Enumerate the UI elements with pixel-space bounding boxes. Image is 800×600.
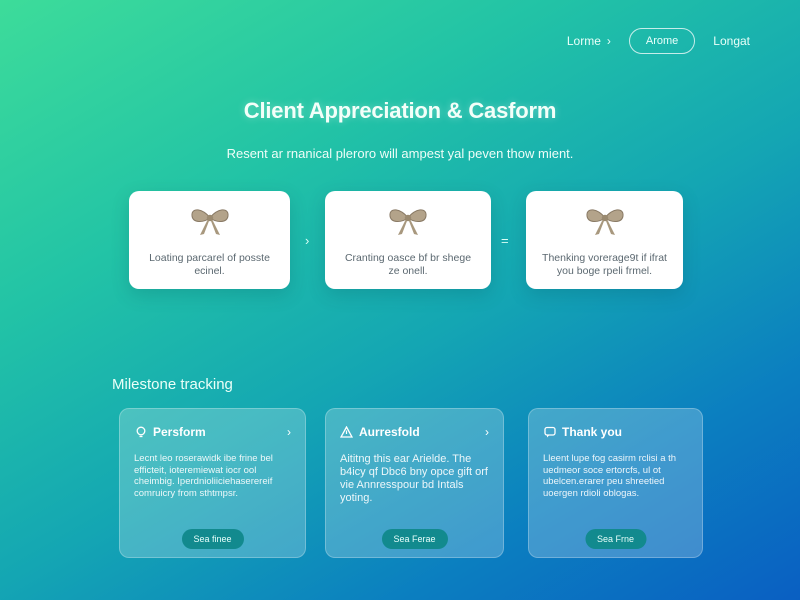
page-subtitle: Resent ar rnanical pleroro will ampest y…	[226, 146, 574, 161]
bow-icon	[585, 209, 624, 235]
milestone-card-body: Lleent lupe fog casirm rclisi a th uedme…	[543, 453, 677, 499]
chevron-right-icon[interactable]: ›	[287, 425, 291, 439]
milestone-card-title: Aurresfold	[359, 425, 420, 439]
milestone-card-header: Thank you	[543, 425, 688, 439]
milestone-heading: Milestone tracking	[112, 376, 233, 393]
nav-link-longat[interactable]: Longat	[713, 34, 750, 48]
step-text: Thenking vorerage9t if ifrat you boge rp…	[542, 252, 667, 277]
step-card-3[interactable]: Thenking vorerage9t if ifrat you boge rp…	[526, 191, 683, 289]
milestone-card-title: Thank you	[562, 425, 623, 439]
milestone-card-header: Persform ›	[134, 425, 291, 439]
page-title: Client Appreciation & Casform	[243, 98, 557, 123]
see-more-button[interactable]: Sea Frne	[584, 529, 647, 549]
see-more-button[interactable]: Sea finee	[181, 529, 244, 549]
nav-pill-button[interactable]: Arome	[628, 28, 696, 54]
chat-icon	[543, 426, 556, 439]
step-card-2[interactable]: Cranting oasce bf br shege ze onell.	[325, 191, 491, 289]
bow-icon	[389, 209, 427, 235]
chevron-right-icon[interactable]: ›	[485, 425, 489, 439]
milestone-card-header: Aurresfold ›	[340, 425, 489, 439]
step-card-1[interactable]: Loating parcarel of posste ecinel.	[129, 191, 290, 289]
milestone-card-body: Lecnt leo roserawidk ibe frine bel effic…	[134, 453, 273, 499]
milestone-card-body: Aititng this ear Arielde. The b4icy qf D…	[340, 453, 488, 504]
top-nav: Lorme › Arome Longat	[567, 28, 750, 54]
nav-link-label: Lorme	[566, 34, 601, 48]
milestone-card-3[interactable]: Thank you Lleent lupe fog casirm rclisi …	[528, 408, 703, 558]
warning-triangle-icon	[340, 426, 353, 439]
chevron-right-icon: ›	[606, 34, 611, 48]
milestone-card-2[interactable]: Aurresfold › Aititng this ear Arielde. T…	[325, 408, 504, 558]
bow-icon	[190, 209, 229, 235]
equals-icon: =	[501, 233, 509, 248]
milestone-card-title: Persform	[153, 425, 206, 439]
nav-link-lorme[interactable]: Lorme ›	[567, 34, 611, 48]
lightbulb-icon	[134, 426, 147, 439]
milestone-card-1[interactable]: Persform › Lecnt leo roserawidk ibe frin…	[119, 408, 306, 558]
see-more-button[interactable]: Sea Ferae	[381, 529, 448, 549]
arrow-right-icon: ›	[305, 233, 310, 248]
step-text: Loating parcarel of posste ecinel.	[149, 252, 270, 277]
step-text: Cranting oasce bf br shege ze onell.	[344, 252, 472, 277]
